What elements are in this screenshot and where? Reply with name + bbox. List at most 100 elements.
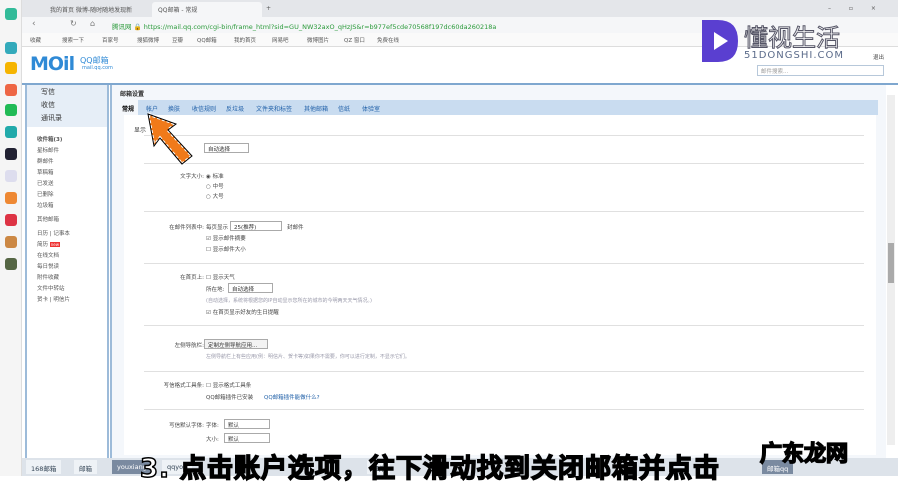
- folder-inbox[interactable]: 收件箱(3): [37, 135, 62, 143]
- per-page-select[interactable]: 25(推荐): [230, 221, 282, 231]
- show-size-checkbox[interactable]: ☐ 显示邮件大小: [206, 245, 246, 253]
- font-size-medium[interactable]: ○ 中号: [206, 182, 224, 190]
- url-input[interactable]: 腾讯网 🔒 https://mail.qq.com/cgi-bin/frame_…: [112, 19, 512, 31]
- nav-reading[interactable]: 每日悦读: [37, 262, 59, 270]
- language-select[interactable]: 自动选择: [204, 143, 249, 153]
- font-label: 字体:: [206, 423, 219, 429]
- inbox-button[interactable]: 收信: [41, 100, 55, 110]
- nav-resume[interactable]: 简历 new: [37, 240, 61, 248]
- bookmark[interactable]: QZ 窗口: [344, 36, 365, 44]
- bottom-tab[interactable]: 邮箱: [74, 460, 97, 474]
- doc-icon[interactable]: [5, 170, 17, 182]
- back-icon[interactable]: ‹: [32, 19, 36, 29]
- window-controls[interactable]: – ▫ ×: [822, 2, 890, 17]
- new-tab-button[interactable]: +: [260, 2, 277, 17]
- contacts-button[interactable]: 通讯录: [41, 113, 62, 123]
- show-weather-checkbox[interactable]: ☐ 显示天气: [206, 273, 235, 281]
- weibo-icon[interactable]: [5, 84, 17, 96]
- size-select[interactable]: 默认: [224, 433, 270, 443]
- mail-icon[interactable]: [5, 104, 17, 116]
- nav-cards[interactable]: 贺卡 | 明信片: [37, 295, 70, 303]
- font-size-large[interactable]: ○ 大号: [206, 192, 224, 200]
- folder-group[interactable]: 群邮件: [37, 157, 54, 165]
- reload-icon[interactable]: ↻: [70, 19, 77, 28]
- nav-file-transfer[interactable]: 文件中转站: [37, 284, 65, 292]
- bookmark[interactable]: 收藏: [30, 36, 41, 44]
- show-summary-checkbox[interactable]: ☑ 显示邮件摘要: [206, 234, 246, 242]
- settings-panel: 邮箱设置 常规 帐户 换肤 收信规则 反垃圾 文件夹和标签 其他邮箱 信纸 体验…: [110, 85, 886, 458]
- folder-deleted[interactable]: 已删除: [37, 190, 54, 198]
- tab-folders[interactable]: 文件夹和标签: [256, 104, 292, 113]
- video-subtitle: 3. 点击账户选项，往下滑动找到关闭邮箱并点击: [139, 453, 721, 485]
- ie-icon[interactable]: [5, 8, 17, 20]
- bookmark[interactable]: QQ邮箱: [197, 36, 217, 44]
- tab-antispam[interactable]: 反垃圾: [226, 104, 244, 113]
- pointer-arrow-icon: [146, 111, 195, 167]
- list-label: 在邮件列表中:: [169, 225, 204, 231]
- bookmark[interactable]: 微博图片: [307, 36, 329, 44]
- url-text: https://mail.qq.com/cgi-bin/frame_html?s…: [143, 23, 497, 31]
- tab-lab[interactable]: 体验室: [362, 104, 380, 113]
- plugin-link[interactable]: QQ邮箱插件能做什么?: [264, 393, 320, 401]
- game-icon[interactable]: [5, 236, 17, 248]
- home-label: 在首页上:: [180, 275, 204, 281]
- per-page-prefix: 每页显示: [206, 225, 229, 231]
- tab-bar: 我的首页 微博-随时随地发现新 QQ邮箱 - 常规 + – ▫ ×: [22, 0, 898, 17]
- tab-other-mail[interactable]: 其他邮箱: [304, 104, 328, 113]
- app-icon[interactable]: [5, 126, 17, 138]
- bookmark[interactable]: 我的首页: [234, 36, 256, 44]
- app-icon[interactable]: [5, 42, 17, 54]
- bookmark[interactable]: 网易吧: [272, 36, 289, 44]
- size-label: 大小:: [206, 437, 219, 443]
- show-toolbar-checkbox[interactable]: ☐ 显示格式工具条: [206, 381, 251, 389]
- settings-content: 显示 自动选择 文字大小: ◉ 标准 ○ 中号 ○ 大号 在邮件列表中: 每页显…: [124, 115, 876, 455]
- play-logo-icon: [702, 20, 738, 62]
- nav-attachments[interactable]: 附件收藏: [37, 273, 59, 281]
- bookmark[interactable]: 百家号: [102, 36, 119, 44]
- font-select[interactable]: 默认: [224, 419, 270, 429]
- home-icon[interactable]: ⌂: [90, 19, 95, 28]
- favorite-icon[interactable]: [5, 62, 17, 74]
- browser-tab-active[interactable]: QQ邮箱 - 常规: [152, 2, 262, 17]
- app-icon[interactable]: [5, 148, 17, 160]
- bookmark[interactable]: 搜索一下: [62, 36, 84, 44]
- font-size-standard[interactable]: ◉ 标准: [206, 172, 224, 180]
- location-select[interactable]: 自动选择: [228, 283, 273, 293]
- browser-tab[interactable]: 我的首页 微博-随时随地发现新: [44, 2, 164, 17]
- game-icon[interactable]: [5, 258, 17, 270]
- nav-resume-label: 简历: [37, 242, 49, 248]
- folder-spam[interactable]: 垃圾箱: [37, 201, 54, 209]
- leftnav-note: 左侧导航栏上有些应用(例：明信片、贺卡等)如果你不需要，你可以进行定制，不显示它…: [206, 354, 410, 360]
- scrollbar-thumb[interactable]: [888, 243, 894, 283]
- nav-docs[interactable]: 在线文档: [37, 251, 59, 259]
- birthday-checkbox[interactable]: ☑ 在首页显示好友的生日提醒: [206, 308, 279, 316]
- nav-calendar[interactable]: 日历 | 记事本: [37, 229, 70, 237]
- watermark-url: 51DONGSHI.COM: [744, 50, 845, 61]
- toolbar-label: 写信格式工具条:: [163, 383, 204, 389]
- watermark-text: 懂视生活: [744, 24, 841, 53]
- app-icon[interactable]: [5, 192, 17, 204]
- mail-logo[interactable]: MOil: [30, 53, 75, 75]
- mail-nav: 写信 收信 通讯录 收件箱(3) 星标邮件 群邮件 草稿箱 已发送 已删除 垃圾…: [25, 85, 109, 460]
- bottom-tab[interactable]: 168邮箱: [26, 460, 62, 474]
- folder-drafts[interactable]: 草稿箱: [37, 168, 54, 176]
- other-mailboxes[interactable]: 其他邮箱: [37, 215, 59, 223]
- location-note: (自动选择，系统将根据您的IP自动显示您所在的城市的今明两天天气情况。): [206, 298, 372, 304]
- settings-tabs: 常规 帐户 换肤 收信规则 反垃圾 文件夹和标签 其他邮箱 信纸 体验室: [118, 100, 878, 115]
- folder-sent[interactable]: 已发送: [37, 179, 54, 187]
- bookmark[interactable]: 搜狐微博: [137, 36, 159, 44]
- app-icon[interactable]: [5, 214, 17, 226]
- customize-nav-button[interactable]: 定制左侧导航应用...: [204, 339, 268, 349]
- scrollbar[interactable]: [887, 95, 895, 445]
- bookmark[interactable]: 免费在线: [377, 36, 399, 44]
- gdlong-watermark: 广东龙网: [759, 441, 849, 468]
- tab-general[interactable]: 常规: [118, 100, 139, 115]
- plugin-status: QQ邮箱插件已安装: [206, 395, 254, 401]
- compose-button[interactable]: 写信: [41, 87, 55, 97]
- folder-starred[interactable]: 星标邮件: [37, 146, 59, 154]
- leftnav-label: 左侧导航栏:: [174, 343, 204, 349]
- bookmark[interactable]: 豆瓣: [172, 36, 183, 44]
- tab-stationery[interactable]: 信纸: [338, 104, 350, 113]
- mail-logo-domain: mail.qq.com: [82, 65, 113, 71]
- location-label: 所在地:: [206, 287, 225, 293]
